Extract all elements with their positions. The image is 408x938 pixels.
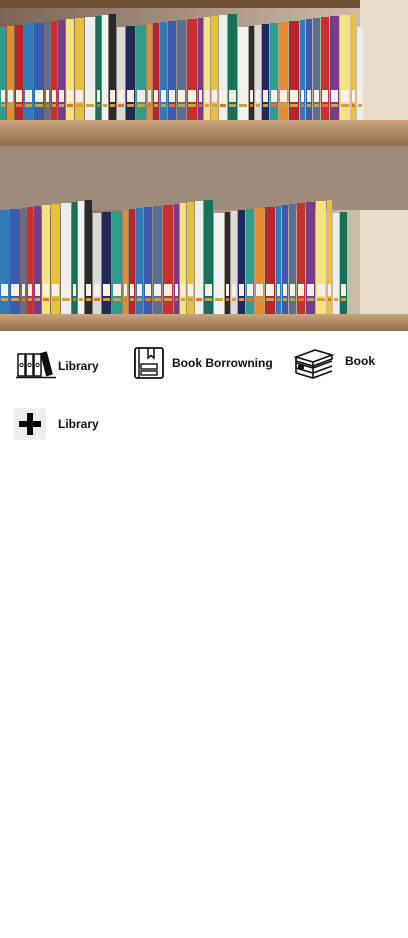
- menu-item-book-borrowing[interactable]: Book Borrowning: [132, 346, 273, 380]
- menu-item-label: Library: [58, 359, 99, 373]
- bookshelf-photo: [0, 0, 408, 331]
- bookshelf-icon: [16, 348, 56, 380]
- bookshelf-hero-image: [0, 0, 408, 331]
- menu-item-library[interactable]: Library: [16, 348, 99, 380]
- menu-item-label: Library: [58, 417, 99, 431]
- menu-item-book[interactable]: Book: [293, 346, 375, 380]
- book-stack-icon: [293, 346, 335, 380]
- menu-item-add-library[interactable]: Library: [14, 408, 99, 440]
- menu-item-label: Book: [345, 354, 375, 368]
- plus-icon: [14, 408, 46, 440]
- menu-item-label: Book Borrowning: [172, 356, 273, 370]
- book-borrow-icon: [132, 346, 166, 380]
